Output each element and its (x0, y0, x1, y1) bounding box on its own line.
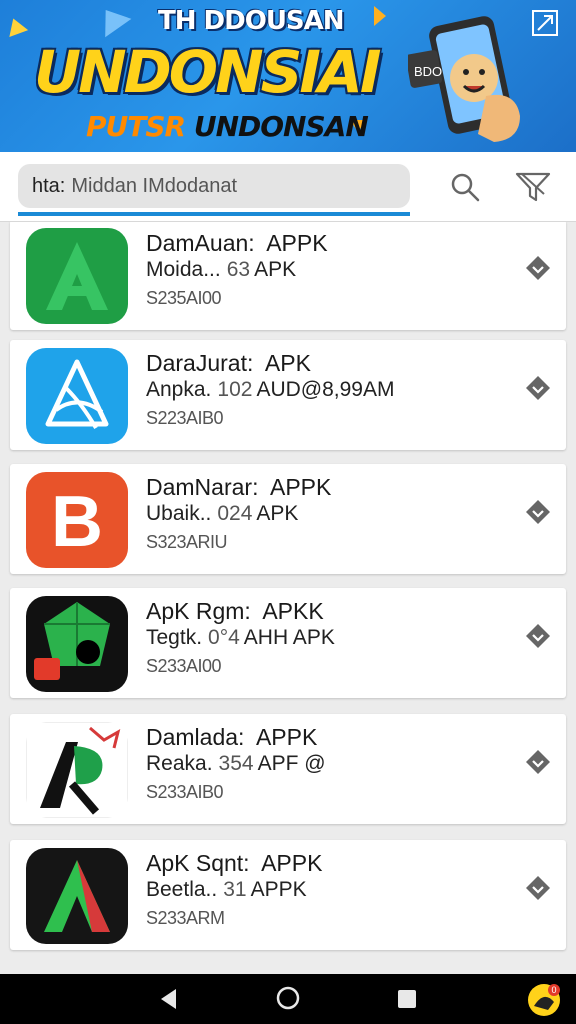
app-title: ApK Sqnt: APPK (146, 850, 323, 876)
list-item[interactable]: Damlada: APPK Reaka. 354 APF @ S233AIB0 (10, 714, 566, 824)
download-icon[interactable] (524, 874, 552, 902)
banner-tagline-accent: PUTSR (86, 110, 186, 143)
download-icon[interactable] (524, 254, 552, 282)
system-nav-bar: 0 (0, 974, 576, 1024)
app-code: S233AI00 (146, 656, 222, 676)
list-item[interactable]: ApK Rgm: APKK Tegtk. 0°4 AHH APK S233AI00 (10, 588, 566, 698)
svg-text:B: B (51, 482, 103, 562)
search-icon[interactable] (448, 170, 482, 204)
banner-tagline: PUTSR UNDONSAN (86, 110, 369, 143)
ap-red-crown-logo-icon (26, 722, 128, 818)
app-meta: Tegtk. 0°4 AHH APK (146, 626, 335, 649)
app-code: S233AIB0 (146, 782, 224, 802)
dark-gem-logo-icon (26, 596, 128, 692)
decorative-triangle (3, 15, 29, 37)
list-item[interactable]: B DamNarar: APPK Ubaik.. 024 APK S323ARIU (10, 464, 566, 574)
app-code: S235AI00 (146, 288, 222, 308)
search-focus-underline (18, 212, 410, 216)
download-icon[interactable] (524, 622, 552, 650)
search-prefix: hta: (32, 174, 66, 197)
search-placeholder: Middan IMdodanat (71, 174, 238, 197)
app-title: DaraJurat: APK (146, 350, 311, 376)
app-title: DamAuan: APPK (146, 230, 328, 256)
decorative-triangle (92, 0, 132, 38)
app-code: S223AIB0 (146, 408, 224, 428)
app-title: DamNarar: APPK (146, 474, 332, 500)
download-icon[interactable] (524, 498, 552, 526)
dark-green-a-logo-icon (26, 848, 128, 944)
notification-badge-icon[interactable]: 0 (526, 982, 562, 1018)
phone-label: BDO (414, 64, 442, 79)
app-meta: Anpka. 102 AUD@8,99AM (146, 378, 395, 401)
orange-b-logo-icon: B (26, 472, 128, 568)
recents-icon[interactable] (396, 988, 418, 1010)
app-code: S233ARM (146, 908, 225, 928)
filter-icon[interactable] (514, 170, 552, 204)
badge-count: 0 (551, 985, 556, 995)
app-title: Damlada: APPK (146, 724, 318, 750)
banner-tagline-main: UNDONSAN (193, 110, 369, 143)
app-meta: Beetla.. 31 APPK (146, 878, 307, 901)
blue-ribbon-a-logo-icon (26, 348, 128, 444)
close-ad-icon[interactable] (530, 8, 560, 38)
banner-headline: UNDONSIAI (34, 38, 381, 106)
search-input[interactable]: hta: Middan IMdodanat (18, 164, 410, 208)
back-icon[interactable] (156, 986, 182, 1012)
banner-kicker: TH DDOUSAN (158, 6, 345, 36)
app-meta: Reaka. 354 APF @ (146, 752, 326, 775)
home-icon[interactable] (275, 985, 301, 1011)
download-icon[interactable] (524, 374, 552, 402)
download-icon[interactable] (524, 748, 552, 776)
phone-mascot-icon: BDO (408, 16, 520, 142)
decorative-triangle (374, 6, 386, 26)
app-list[interactable]: DamAuan: APPK Moida... 63 APK S235AI00 Dar… (0, 222, 576, 974)
promo-banner[interactable]: TH DDOUSAN UNDONSIAI PUTSR UNDONSAN BDO (0, 0, 576, 152)
list-item[interactable]: ApK Sqnt: APPK Beetla.. 31 APPK S233ARM (10, 840, 566, 950)
app-meta: Ubaik.. 024 APK (146, 502, 299, 525)
app-title: ApK Rgm: APKK (146, 598, 324, 624)
list-item[interactable]: DaraJurat: APK Anpka. 102 AUD@8,99AM S223A… (10, 340, 566, 450)
app-meta: Moida... 63 APK (146, 258, 297, 281)
app-code: S323ARIU (146, 532, 228, 552)
list-item[interactable]: DamAuan: APPK Moida... 63 APK S235AI00 (10, 222, 566, 330)
green-a-logo-icon (26, 228, 128, 324)
